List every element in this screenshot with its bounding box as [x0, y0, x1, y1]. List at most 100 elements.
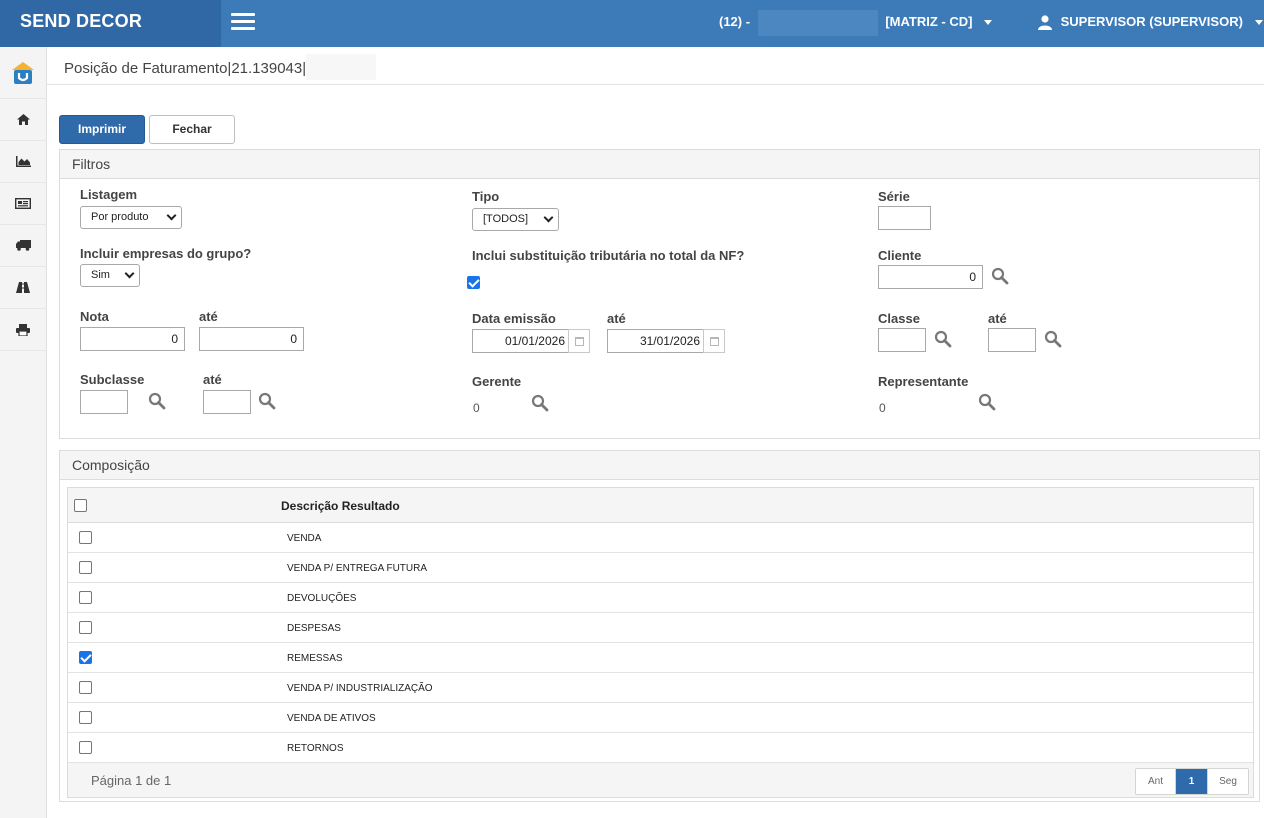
table-row: DESPESAS	[68, 613, 1253, 643]
classe-ate-input[interactable]	[988, 328, 1036, 352]
row-label: VENDA P/ ENTREGA FUTURA	[287, 563, 428, 574]
page-title-text: Posição de Faturamento|21.139043|	[64, 59, 307, 77]
row-label: RETORNOS	[287, 743, 344, 754]
table-row: DEVOLUÇÕES	[68, 583, 1253, 613]
listagem-label: Listagem	[80, 187, 138, 202]
cliente-input[interactable]: 0	[878, 265, 983, 289]
company-branch: [MATRIZ - CD]	[885, 14, 973, 29]
gerente-label: Gerente	[472, 374, 522, 389]
pagination-next[interactable]: Seg	[1208, 769, 1248, 794]
page-info: Página 1 de 1	[91, 773, 172, 788]
composition-heading: Composição	[60, 451, 1259, 480]
company-selector[interactable]: (12) - [MATRIZ - CD]	[719, 0, 993, 47]
user-name: SUPERVISOR (SUPERVISOR)	[1060, 14, 1243, 29]
incluir-empresas-select[interactable]: Sim	[80, 264, 140, 287]
search-icon[interactable]	[934, 330, 952, 348]
road-icon	[16, 282, 30, 293]
truck-icon	[15, 240, 31, 251]
chevron-down-icon	[166, 210, 177, 221]
data-emissao-input[interactable]: 01/01/2026	[472, 329, 569, 353]
search-icon[interactable]	[148, 392, 166, 410]
store-logo-icon	[12, 61, 34, 84]
row-checkbox[interactable]	[79, 561, 92, 574]
nota-ate-input[interactable]: 0	[199, 327, 304, 351]
table-row: RETORNOS	[68, 733, 1253, 763]
classe-label: Classe	[878, 311, 920, 326]
row-checkbox[interactable]	[79, 531, 92, 544]
gerente-value: 0	[473, 401, 480, 415]
sidebar-item-print[interactable]	[0, 309, 46, 351]
data-ate-label: até	[607, 311, 626, 326]
menu-toggle-icon[interactable]	[231, 13, 255, 31]
incluir-empresas-value: Sim	[91, 269, 110, 281]
calendar-icon[interactable]	[568, 329, 590, 353]
subclasse-ate-input[interactable]	[203, 390, 251, 414]
user-menu[interactable]: SUPERVISOR (SUPERVISOR)	[1038, 0, 1263, 47]
user-icon	[1038, 15, 1052, 31]
close-button[interactable]: Fechar	[149, 115, 235, 144]
representante-label: Representante	[878, 374, 969, 389]
nota-input[interactable]: 0	[80, 327, 185, 351]
row-checkbox[interactable]	[79, 711, 92, 724]
print-icon	[16, 323, 30, 336]
row-label: DEVOLUÇÕES	[287, 593, 357, 604]
select-all-checkbox[interactable]	[74, 499, 87, 512]
search-icon[interactable]	[531, 394, 549, 412]
cliente-label: Cliente	[878, 248, 922, 263]
title-divider	[47, 84, 1264, 85]
data-ate-input[interactable]: 31/01/2026	[607, 329, 704, 353]
pagination-page-1[interactable]: 1	[1176, 769, 1208, 794]
row-checkbox[interactable]	[79, 591, 92, 604]
filters-heading: Filtros	[60, 150, 1259, 179]
classe-input[interactable]	[878, 328, 926, 352]
column-header-descricao: Descrição Resultado	[281, 499, 400, 513]
nota-ate-label: até	[199, 309, 218, 324]
tipo-label: Tipo	[472, 189, 500, 204]
table-row: VENDA DE ATIVOS	[68, 703, 1253, 733]
classe-ate-label: até	[988, 311, 1007, 326]
table-row: REMESSAS	[68, 643, 1253, 673]
sidebar-item-logistics[interactable]	[0, 225, 46, 267]
sidebar-item-charts[interactable]	[0, 141, 46, 183]
sidebar-item-reports[interactable]	[0, 183, 46, 225]
data-emissao-label: Data emissão	[472, 311, 556, 326]
serie-input[interactable]	[878, 206, 931, 230]
row-checkbox[interactable]	[79, 741, 92, 754]
listagem-select[interactable]: Por produto	[80, 206, 182, 229]
filters-panel: Filtros Listagem Por produto Incluir emp…	[59, 149, 1260, 439]
chevron-down-icon	[984, 20, 993, 26]
listagem-value: Por produto	[91, 211, 149, 223]
composition-panel: Composição Descrição Resultado VENDA VEND…	[59, 450, 1260, 802]
representante-value: 0	[879, 401, 886, 415]
search-icon[interactable]	[978, 393, 996, 411]
row-label: VENDA	[287, 533, 322, 544]
row-label: DESPESAS	[287, 623, 341, 634]
row-checkbox[interactable]	[79, 621, 92, 634]
nota-label: Nota	[80, 309, 109, 324]
subclasse-label: Subclasse	[80, 372, 145, 387]
search-icon[interactable]	[258, 392, 276, 410]
search-icon[interactable]	[991, 267, 1009, 285]
row-checkbox[interactable]	[79, 651, 92, 664]
row-checkbox[interactable]	[79, 681, 92, 694]
serie-label: Série	[878, 189, 910, 204]
chevron-down-icon	[1254, 20, 1263, 26]
calendar-icon[interactable]	[703, 329, 725, 353]
substituicao-checkbox[interactable]	[467, 276, 480, 289]
row-label: VENDA DE ATIVOS	[287, 713, 376, 724]
sidebar-item-routes[interactable]	[0, 267, 46, 309]
pagination-prev[interactable]: Ant	[1136, 769, 1176, 794]
area-chart-icon	[15, 156, 31, 167]
title-redacted	[306, 54, 377, 80]
sidebar-item-home[interactable]	[0, 99, 46, 141]
table-footer: Página 1 de 1 Ant 1 Seg	[68, 763, 1253, 797]
brand-logo-text[interactable]: SEND DECOR	[0, 0, 221, 47]
search-icon[interactable]	[1044, 330, 1062, 348]
tipo-select[interactable]: [TODOS]	[472, 208, 559, 231]
app-logo[interactable]	[0, 47, 46, 99]
subclasse-ate-label: até	[203, 372, 222, 387]
print-button[interactable]: Imprimir	[59, 115, 145, 144]
subclasse-input[interactable]	[80, 390, 128, 414]
table-row: VENDA	[68, 523, 1253, 553]
home-icon	[16, 114, 30, 125]
